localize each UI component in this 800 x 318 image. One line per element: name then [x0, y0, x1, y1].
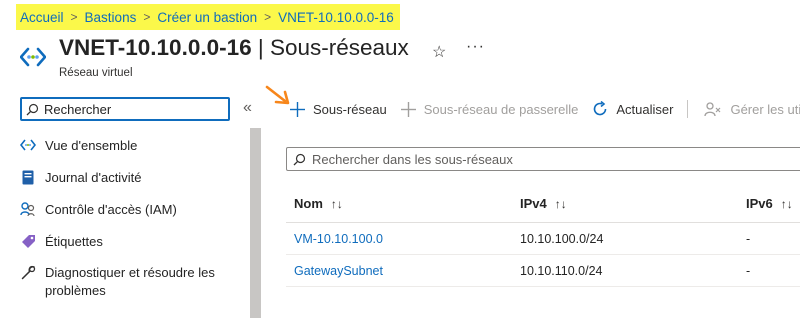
nav-search-input[interactable]: Rechercher [20, 97, 230, 121]
chevron-right-icon: > [143, 10, 151, 24]
tag-icon [20, 233, 36, 249]
vnet-icon [20, 137, 36, 153]
row-divider [286, 254, 800, 255]
resource-type: Réseau virtuel [59, 67, 133, 79]
wrench-icon [20, 264, 36, 280]
sidebar-item-label: Vue d'ensemble [45, 138, 138, 153]
subnet-search-input[interactable]: Rechercher dans les sous-réseaux [286, 147, 800, 171]
sort-icon: ↑↓ [554, 196, 567, 211]
subnet-name-link[interactable]: GatewaySubnet [294, 264, 383, 278]
subnet-search-placeholder: Rechercher dans les sous-réseaux [312, 151, 513, 167]
add-subnet-button[interactable]: Sous-réseau [290, 101, 387, 117]
plus-icon [290, 101, 305, 117]
add-subnet-label: Sous-réseau [313, 101, 387, 117]
collapse-nav-icon[interactable]: « [243, 99, 252, 117]
sidebar-item-label: Contrôle d'accès (IAM) [45, 202, 177, 217]
sidebar-item-tags[interactable]: Étiquettes [20, 233, 242, 251]
vnet-icon [20, 47, 46, 67]
chevron-right-icon: > [70, 10, 78, 24]
toolbar-divider [687, 100, 689, 118]
sidebar-item-label: Journal d'activité [45, 170, 142, 185]
add-gateway-subnet-button[interactable]: Sous-réseau de passerelle [400, 101, 579, 117]
column-header-label: IPv4 [520, 196, 547, 211]
title-separator: | [251, 35, 270, 60]
column-header-label: IPv6 [746, 196, 773, 211]
sort-icon: ↑↓ [780, 196, 793, 211]
subnet-ipv6: - [746, 232, 751, 246]
sidebar-item-label: Diagnostiquer et résoudre les problèmes [45, 265, 215, 298]
column-header-ipv4[interactable]: IPv4 ↑↓ [520, 196, 567, 211]
manage-users-label: Gérer les util [730, 101, 800, 117]
nav-scrollbar[interactable] [250, 128, 261, 318]
resource-name: VNET-10.10.0.0-16 [59, 35, 252, 60]
sort-icon: ↑↓ [330, 196, 343, 211]
sidebar-item-diagnose[interactable]: Diagnostiquer et résoudre les problèmes [20, 264, 242, 300]
add-gateway-subnet-label: Sous-réseau de passerelle [423, 101, 579, 117]
subnet-name-link[interactable]: VM-10.10.100.0 [294, 232, 383, 246]
page-title: VNET-10.10.0.0-16 | Sous-réseaux [59, 35, 409, 61]
star-icon[interactable]: ☆ [432, 42, 446, 62]
manage-users-icon [704, 101, 722, 117]
column-header-ipv6[interactable]: IPv6 ↑↓ [746, 196, 793, 211]
arrow-icon [265, 85, 290, 105]
subnet-ipv6: - [746, 264, 751, 278]
plus-icon [400, 101, 416, 117]
manage-users-button[interactable]: Gérer les util [704, 102, 800, 117]
chevron-right-icon: > [264, 10, 272, 24]
access-control-icon [20, 201, 36, 217]
breadcrumb-item-bastions[interactable]: Bastions [85, 10, 137, 25]
activity-log-icon [20, 169, 36, 185]
row-divider [286, 286, 800, 287]
column-header-name[interactable]: Nom ↑↓ [294, 196, 343, 211]
search-icon [293, 153, 306, 165]
subnet-ipv4: 10.10.110.0/24 [520, 264, 603, 278]
section-name: Sous-réseaux [269, 35, 409, 60]
sidebar-item-overview[interactable]: Vue d'ensemble [20, 137, 242, 155]
command-bar: Sous-réseau Sous-réseau de passerelle Ac… [290, 96, 800, 122]
subnet-ipv4: 10.10.100.0/24 [520, 232, 604, 246]
refresh-icon [592, 101, 608, 117]
sidebar-item-activity-log[interactable]: Journal d'activité [20, 169, 242, 187]
breadcrumb: Accueil > Bastions > Créer un bastion > … [16, 4, 400, 30]
breadcrumb-item-vnet[interactable]: VNET-10.10.0.0-16 [278, 10, 394, 25]
sidebar-item-label: Étiquettes [45, 234, 103, 249]
breadcrumb-item-create-bastion[interactable]: Créer un bastion [157, 10, 257, 25]
breadcrumb-item-home[interactable]: Accueil [20, 10, 64, 25]
table-header-divider [286, 222, 800, 223]
sidebar-item-iam[interactable]: Contrôle d'accès (IAM) [20, 201, 242, 219]
nav-search-placeholder: Rechercher [44, 101, 112, 117]
column-header-label: Nom [294, 196, 323, 211]
search-icon [26, 103, 39, 115]
more-options-icon[interactable]: ··· [466, 38, 485, 56]
refresh-label: Actualiser [616, 101, 674, 117]
refresh-button[interactable]: Actualiser [592, 101, 673, 117]
